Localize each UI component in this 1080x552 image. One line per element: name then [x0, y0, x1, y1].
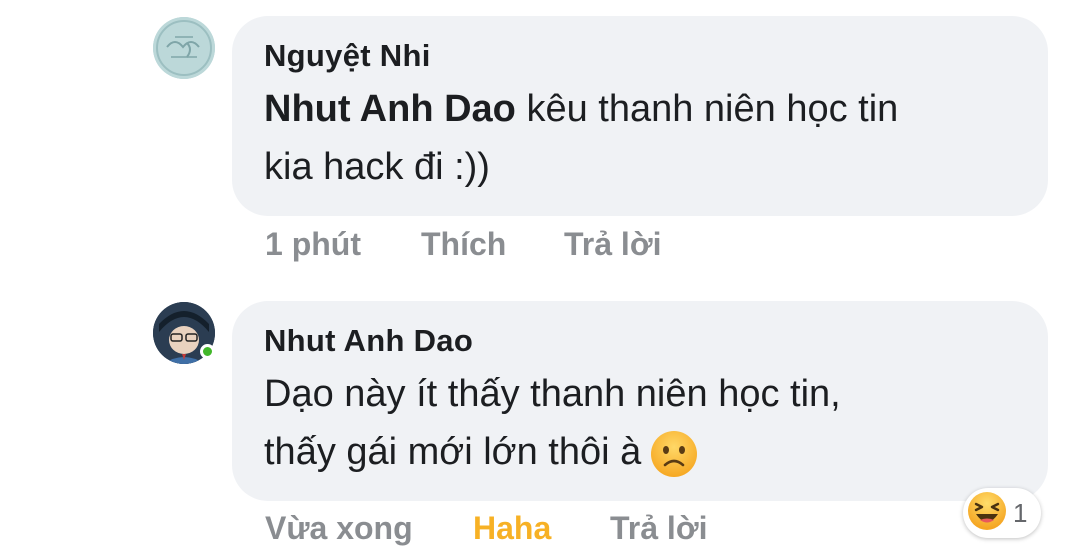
comment-bubble: Nguyệt Nhi Nhut Anh Dao kêu thanh niên h…	[232, 16, 1048, 216]
frowning-face-icon	[649, 429, 699, 479]
reply-button[interactable]: Trả lời	[610, 510, 707, 547]
reply-button[interactable]: Trả lời	[564, 226, 661, 263]
reaction-count: 1	[1013, 497, 1028, 528]
avatar[interactable]	[153, 17, 215, 79]
comment-bubble: Nhut Anh Dao Dạo này ít thấy thanh niên …	[232, 301, 1048, 501]
comment-text-line2: thấy gái mới lớn thôi à	[264, 431, 642, 473]
comment-timestamp[interactable]: Vừa xong	[265, 510, 473, 547]
comment-actions: Vừa xong Haha Trả lời	[265, 510, 707, 547]
comment-text: Dạo này ít thấy thanh niên học tin, thấy…	[264, 365, 1014, 481]
comment-text-line1: kêu thanh niên học tin	[515, 88, 899, 130]
comment-actions: 1 phút Thích Trả lời	[265, 226, 661, 263]
comment-text-line1: Dạo này ít thấy thanh niên học tin,	[264, 373, 841, 415]
avatar[interactable]	[153, 302, 215, 364]
comment-text: Nhut Anh Dao kêu thanh niên học tin kia …	[264, 80, 1014, 196]
haha-laughing-emoji-icon	[967, 491, 1007, 535]
comment-text-line2: kia hack đi :))	[264, 146, 490, 188]
reaction-summary[interactable]: 1	[963, 488, 1041, 538]
comment-author[interactable]: Nhut Anh Dao	[264, 321, 1014, 361]
reaction-button[interactable]: Haha	[473, 510, 610, 547]
mention-link[interactable]: Nhut Anh Dao	[264, 88, 516, 130]
sketch-avatar-icon	[153, 17, 215, 79]
comment-timestamp[interactable]: 1 phút	[265, 226, 421, 263]
comment-author[interactable]: Nguyệt Nhi	[264, 36, 1014, 76]
online-status-dot	[200, 344, 215, 359]
like-button[interactable]: Thích	[421, 226, 564, 263]
